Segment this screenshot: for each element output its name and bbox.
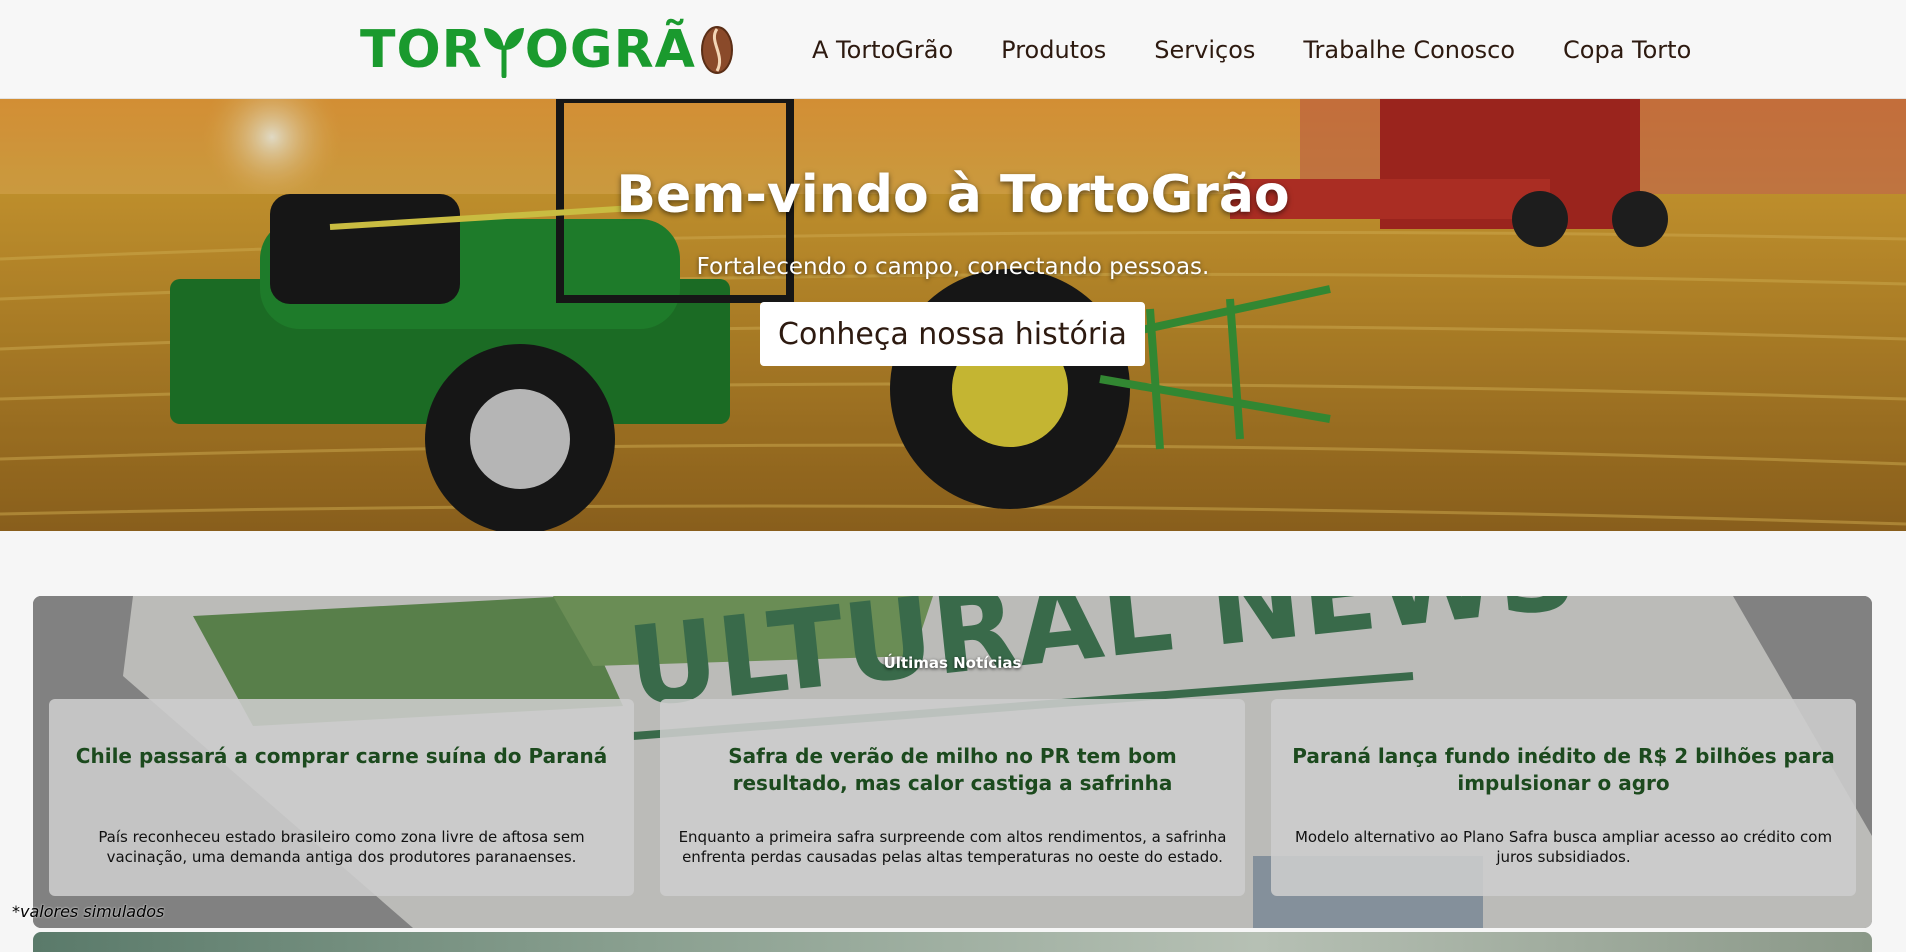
news-heading: Últimas Notícias <box>883 654 1022 672</box>
site-header: TOR OGRÃ A TortoGrão Produtos Serviços T… <box>0 0 1906 99</box>
nav-link-trabalhe-conosco[interactable]: Trabalhe Conosco <box>1303 36 1515 64</box>
sprout-icon <box>483 28 524 78</box>
news-card-title[interactable]: Paraná lança fundo inédito de R$ 2 bilhõ… <box>1289 743 1838 811</box>
news-card-summary: País reconheceu estado brasileiro como z… <box>98 828 585 866</box>
news-card-title[interactable]: Chile passará a comprar carne suína do P… <box>67 743 616 811</box>
news-section: ULTURAL NEWS Últimas Notícias Chile pass… <box>33 596 1872 928</box>
logo-text-left: TOR <box>360 20 483 80</box>
main-nav: A TortoGrão Produtos Serviços Trabalhe C… <box>812 30 1691 70</box>
news-card-title[interactable]: Safra de verão de milho no PR tem bom re… <box>678 743 1227 811</box>
simulated-values-note: *valores simulados <box>12 902 165 921</box>
logo-text-right: OGRÃ <box>524 20 696 80</box>
news-card[interactable]: Safra de verão de milho no PR tem bom re… <box>660 699 1245 896</box>
news-card-summary: Modelo alternativo ao Plano Safra busca … <box>1294 828 1833 866</box>
news-card[interactable]: Chile passará a comprar carne suína do P… <box>49 699 634 896</box>
next-section-banner <box>33 932 1872 952</box>
nav-link-servicos[interactable]: Serviços <box>1154 36 1255 64</box>
news-card-summary: Enquanto a primeira safra surpreende com… <box>678 828 1227 866</box>
nav-link-a-tortograo[interactable]: A TortoGrão <box>812 36 953 64</box>
hero-title: Bem-vindo à TortoGrão <box>616 165 1290 225</box>
hero-banner: Bem-vindo à TortoGrão Fortalecendo o cam… <box>0 99 1906 531</box>
coffee-bean-icon <box>700 26 733 74</box>
logo[interactable]: TOR OGRÃ <box>360 22 734 78</box>
our-story-button[interactable]: Conheça nossa história <box>760 302 1145 366</box>
nav-link-copa-torto[interactable]: Copa Torto <box>1563 36 1691 64</box>
news-card[interactable]: Paraná lança fundo inédito de R$ 2 bilhõ… <box>1271 699 1856 896</box>
hero-subtitle: Fortalecendo o campo, conectando pessoas… <box>696 254 1210 280</box>
nav-link-produtos[interactable]: Produtos <box>1001 36 1106 64</box>
